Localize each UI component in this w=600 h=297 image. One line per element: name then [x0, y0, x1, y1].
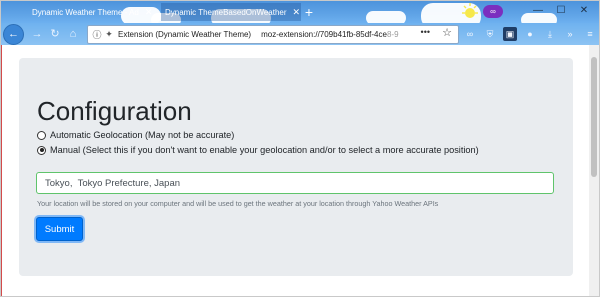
option-label: Manual (Select this if you don't want to…	[50, 145, 479, 155]
shield-icon[interactable]: ⛨	[483, 27, 497, 41]
maximize-button[interactable]: ☐	[554, 4, 568, 18]
configuration-panel: Configuration Automatic Geolocation (May…	[19, 58, 573, 276]
page-title: Configuration	[37, 96, 192, 126]
radio-automatic[interactable]	[37, 130, 46, 140]
download-icon[interactable]: ⤓	[543, 27, 557, 41]
address-text[interactable]: moz-extension://709b41fb-85df-4ce8-9	[261, 30, 398, 39]
browser-window: Dynamic Weather Theme - Ad ✕ Dynamic The…	[0, 0, 600, 297]
forward-button[interactable]: →	[29, 26, 45, 42]
new-tab-button[interactable]: +	[301, 3, 317, 21]
tab-label: Dynamic ThemeBasedOnWeather	[165, 7, 287, 17]
puzzle-icon: ✦	[105, 29, 113, 39]
tab-dynamic-weather-theme[interactable]: Dynamic Weather Theme - Ad ✕	[32, 3, 158, 21]
sun-icon	[462, 3, 478, 18]
cloud-decoration	[366, 11, 406, 23]
bookmark-star-icon[interactable]: ☆	[442, 26, 452, 39]
address-main: moz-extension://709b41fb-85df-4ce	[261, 30, 387, 39]
minimize-button[interactable]: —	[531, 4, 545, 18]
identity-label[interactable]: Extension (Dynamic Weather Theme)	[118, 30, 251, 39]
url-bar[interactable]: ⓘ ✦ Extension (Dynamic Weather Theme) mo…	[87, 25, 459, 44]
option-label: Automatic Geolocation (May not be accura…	[50, 130, 235, 140]
page-actions-button[interactable]: •••	[421, 27, 430, 37]
container-icon[interactable]: ▣	[503, 27, 517, 41]
scrollbar-thumb[interactable]	[591, 57, 597, 177]
circle-icon[interactable]: ●	[523, 27, 537, 41]
reload-icon: ↻	[50, 28, 60, 40]
help-text: Your location will be stored on your com…	[37, 199, 439, 208]
tab-dynamic-theme-based-on-weather[interactable]: Dynamic ThemeBasedOnWeather ✕	[161, 3, 301, 21]
option-automatic-geolocation[interactable]: Automatic Geolocation (May not be accura…	[37, 130, 234, 140]
close-icon[interactable]: ✕	[145, 7, 153, 18]
back-button[interactable]: ←	[3, 24, 24, 45]
radio-manual[interactable]	[37, 145, 46, 155]
home-button[interactable]: ⌂	[65, 26, 81, 42]
submit-button[interactable]: Submit	[36, 217, 83, 241]
overflow-icon[interactable]: »	[563, 27, 577, 41]
navigation-toolbar: ← → ↻ ⌂ ⓘ ✦ Extension (Dynamic Weather T…	[1, 23, 599, 45]
tab-label: Dynamic Weather Theme - Ad	[32, 7, 139, 17]
arrow-right-icon: →	[31, 28, 43, 40]
menu-icon[interactable]: ≡	[583, 27, 597, 41]
info-icon[interactable]: ⓘ	[91, 28, 103, 41]
scrollbar[interactable]	[589, 45, 599, 296]
extension-icon[interactable]: ∞	[463, 27, 477, 41]
mask-icon[interactable]: ∞	[483, 5, 503, 18]
close-icon[interactable]: ✕	[293, 7, 301, 18]
reload-button[interactable]: ↻	[47, 26, 63, 42]
tab-bar: Dynamic Weather Theme - Ad ✕ Dynamic The…	[1, 1, 599, 23]
address-faded: 8-9	[386, 30, 399, 39]
close-window-button[interactable]: ✕	[577, 4, 591, 18]
location-input[interactable]	[36, 172, 554, 194]
arrow-left-icon: ←	[8, 28, 19, 40]
page-viewport: Configuration Automatic Geolocation (May…	[1, 45, 599, 296]
window-edge	[1, 45, 2, 296]
option-manual[interactable]: Manual (Select this if you don't want to…	[37, 145, 479, 155]
home-icon: ⌂	[69, 28, 77, 40]
